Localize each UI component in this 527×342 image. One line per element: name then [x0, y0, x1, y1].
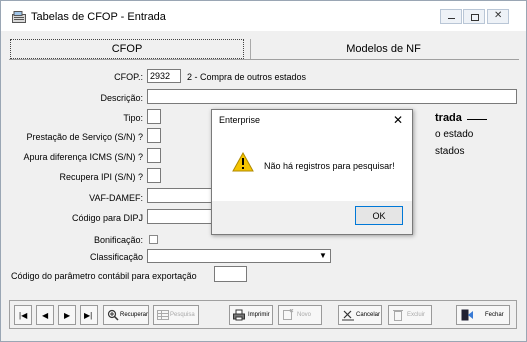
cfop-input[interactable]: 2932	[147, 69, 181, 83]
title-bar: Tabelas de CFOP - Entrada ✕	[1, 1, 526, 31]
close-window-button[interactable]: ✕	[487, 9, 509, 24]
trash-icon	[392, 309, 404, 329]
chevron-down-icon[interactable]: ▼	[317, 250, 329, 262]
new-document-icon	[282, 308, 294, 329]
cfop-description: 2 - Compra de outros estados	[187, 72, 307, 82]
bonificacao-label: Bonificação:	[93, 235, 143, 245]
tab-strip: CFOP Modelos de NF	[10, 39, 517, 59]
bg-entrada-text: trada	[435, 112, 462, 124]
imprimir-label: Imprimir	[248, 312, 270, 318]
bg-estados-text: stados	[435, 146, 465, 157]
descricao-label: Descrição:	[100, 93, 143, 103]
recuperar-label: Recuperar	[120, 312, 149, 318]
first-record-button[interactable]: |◀	[14, 305, 32, 325]
novo-label: Novo	[297, 312, 312, 318]
apura-label: Apura diferença ICMS (S/N) ?	[23, 152, 143, 162]
main-window: Tabelas de CFOP - Entrada ✕ CFOP Modelos…	[0, 0, 527, 342]
minimize-button[interactable]	[440, 9, 462, 24]
tipo-label: Tipo:	[123, 113, 143, 123]
prev-icon: ◀	[42, 311, 49, 320]
cancelar-button[interactable]: Cancelar	[338, 305, 382, 325]
vaf-label: VAF-DAMEF:	[89, 193, 143, 203]
codigo-param-label: Código do parâmetro contábil para export…	[11, 271, 197, 281]
descricao-input[interactable]	[147, 89, 517, 104]
message-dialog: Enterprise ✕ Não há registros para pesqu…	[211, 109, 413, 235]
door-exit-icon	[461, 309, 475, 329]
novo-button[interactable]: Novo	[278, 305, 322, 325]
prestacao-input[interactable]	[147, 128, 161, 143]
classificacao-select[interactable]	[147, 249, 331, 263]
search-plus-icon	[107, 309, 119, 329]
tipo-input[interactable]	[147, 109, 161, 124]
bg-estado-text: o estado	[435, 129, 474, 140]
recupera-input[interactable]	[147, 168, 161, 183]
excluir-label: Excluir	[407, 312, 426, 318]
restore-icon	[471, 14, 479, 21]
maximize-button[interactable]	[463, 9, 485, 24]
fechar-button[interactable]: Fechar	[456, 305, 510, 325]
cancel-icon	[342, 309, 354, 329]
codigo-param-input[interactable]	[214, 266, 247, 282]
close-icon: ✕	[494, 10, 503, 21]
recuperar-button[interactable]: Recuperar	[103, 305, 149, 325]
bottom-toolbar: |◀ ◀ ▶ ▶| Recuperar Pesquisa Imprimir No…	[9, 300, 517, 329]
last-icon: ▶|	[84, 311, 93, 320]
next-icon: ▶	[64, 311, 71, 320]
prestacao-label: Prestação de Serviço (S/N) ?	[26, 132, 143, 142]
first-icon: |◀	[19, 311, 28, 320]
vaf-input[interactable]	[147, 188, 213, 203]
warning-icon	[232, 152, 254, 172]
dialog-message: Não há registros para pesquisar!	[264, 161, 395, 171]
fechar-label: Fechar	[485, 312, 504, 318]
dialog-close-icon[interactable]: ✕	[393, 113, 403, 127]
last-record-button[interactable]: ▶|	[80, 305, 98, 325]
bg-entrada-line	[467, 119, 487, 120]
tab-modelos-nf[interactable]: Modelos de NF	[250, 39, 516, 59]
recupera-label: Recupera IPI (S/N) ?	[59, 172, 143, 182]
apura-input[interactable]	[147, 148, 161, 163]
dipj-label: Código para DIPJ	[71, 213, 143, 223]
prev-record-button[interactable]: ◀	[36, 305, 54, 325]
app-icon	[12, 11, 26, 23]
next-record-button[interactable]: ▶	[58, 305, 76, 325]
cfop-label: CFOP.:	[114, 72, 143, 82]
tab-cfop[interactable]: CFOP	[10, 39, 244, 59]
bonificacao-checkbox[interactable]	[149, 235, 158, 244]
ok-button[interactable]: OK	[355, 206, 403, 225]
window-title: Tabelas de CFOP - Entrada	[31, 11, 166, 23]
minimize-icon	[448, 18, 455, 19]
pesquisa-button[interactable]: Pesquisa	[153, 305, 199, 325]
excluir-button[interactable]: Excluir	[388, 305, 432, 325]
printer-icon	[233, 309, 245, 329]
cancelar-label: Cancelar	[356, 312, 381, 318]
table-icon	[157, 309, 169, 329]
imprimir-button[interactable]: Imprimir	[229, 305, 273, 325]
pesquisa-label: Pesquisa	[170, 312, 195, 318]
dipj-input[interactable]	[147, 209, 213, 224]
dialog-title: Enterprise	[219, 115, 261, 125]
classificacao-label: Classificação	[89, 252, 143, 262]
